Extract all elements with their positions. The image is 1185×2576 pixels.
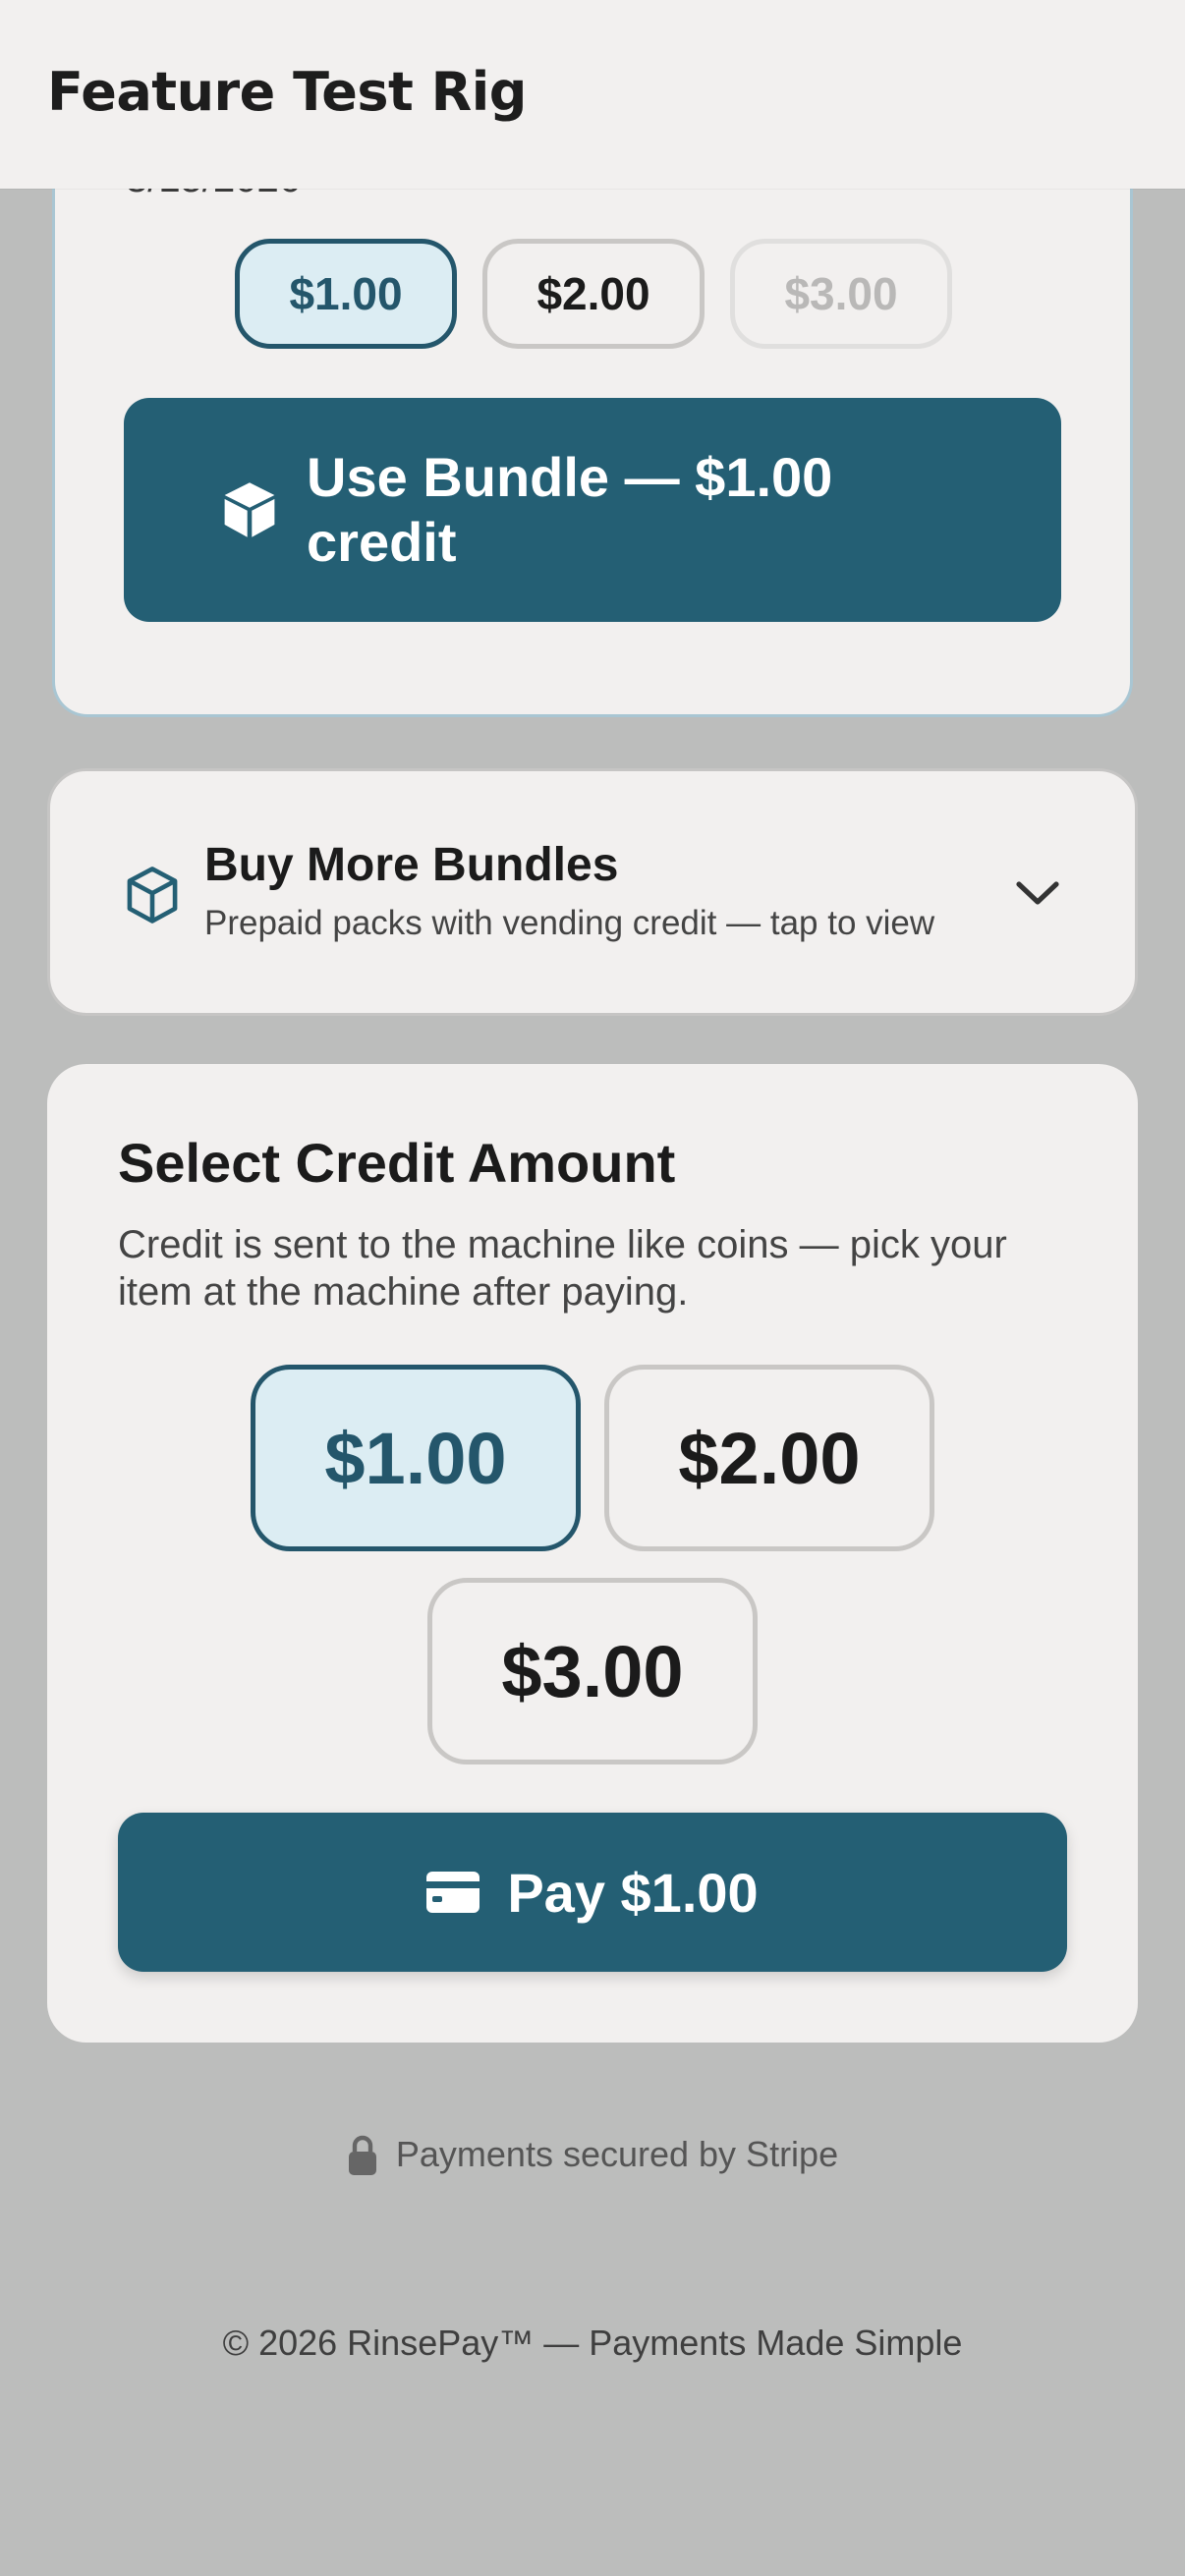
box-icon bbox=[224, 482, 275, 537]
bundle-card: 3/15/2026 $1.00 $2.00 $3.00 Use Bundle —… bbox=[52, 118, 1133, 717]
credit-amount-1[interactable]: $1.00 bbox=[251, 1365, 581, 1551]
credit-title: Select Credit Amount bbox=[118, 1132, 676, 1194]
buy-more-title: Buy More Bundles bbox=[204, 839, 619, 891]
credit-card-icon bbox=[426, 1872, 480, 1913]
copyright: © 2026 RinsePay™ — Payments Made Simple bbox=[222, 2323, 963, 2363]
lock-icon bbox=[348, 2135, 376, 2175]
secure-text: Payments secured by Stripe bbox=[395, 2134, 839, 2174]
top-bar: Feature Test Rig bbox=[0, 0, 1185, 189]
bundle-amount-3: $3.00 bbox=[730, 239, 952, 349]
bundle-amount-2[interactable]: $2.00 bbox=[482, 239, 705, 349]
pay-button-label: Pay $1.00 bbox=[507, 1861, 759, 1924]
chevron-down-icon bbox=[1016, 881, 1059, 905]
buy-more-subtitle: Prepaid packs with vending credit — tap … bbox=[204, 904, 935, 942]
bundle-amount-1[interactable]: $1.00 bbox=[235, 239, 457, 349]
box-outline-icon bbox=[127, 867, 178, 924]
use-bundle-button[interactable]: Use Bundle — $1.00 credit bbox=[124, 398, 1061, 622]
credit-card: Select Credit Amount Credit is sent to t… bbox=[47, 1064, 1138, 2043]
buy-more-bundles-toggle[interactable]: Buy More Bundles Prepaid packs with vend… bbox=[47, 768, 1138, 1016]
pay-button[interactable]: Pay $1.00 bbox=[118, 1813, 1067, 1972]
use-bundle-label: Use Bundle — $1.00 credit bbox=[307, 446, 833, 573]
credit-amount-3[interactable]: $3.00 bbox=[427, 1578, 758, 1764]
secure-notice: Payments secured by Stripe bbox=[0, 2134, 1185, 2175]
page-title: Feature Test Rig bbox=[47, 61, 527, 123]
credit-description: Credit is sent to the machine like coins… bbox=[118, 1223, 1007, 1314]
credit-amount-2[interactable]: $2.00 bbox=[604, 1365, 934, 1551]
bundle-amount-options: $1.00 $2.00 $3.00 bbox=[235, 239, 952, 349]
